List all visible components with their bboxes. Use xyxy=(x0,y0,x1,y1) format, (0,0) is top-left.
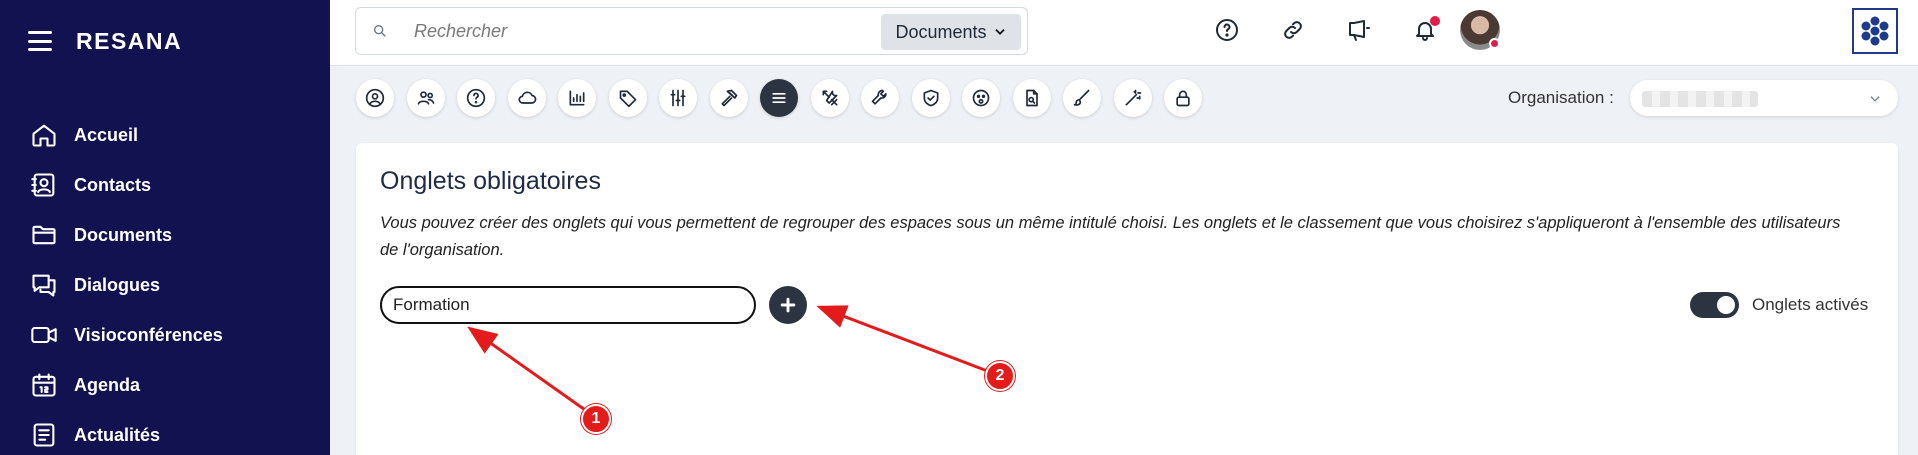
avatar-status-badge xyxy=(1489,38,1500,49)
toolbar-wrench-button[interactable] xyxy=(861,79,899,117)
announcements-button[interactable] xyxy=(1326,18,1392,42)
sidebar-item-label: Dialogues xyxy=(74,274,161,295)
brush-icon xyxy=(1073,89,1090,106)
tabs-enabled-toggle[interactable] xyxy=(1690,292,1739,318)
contacts-icon xyxy=(31,173,55,197)
sidebar-item-dialogues[interactable]: Dialogues xyxy=(0,260,330,310)
folder-icon xyxy=(32,225,56,245)
face-icon xyxy=(972,89,990,107)
toolbar-tabs-button[interactable] xyxy=(760,79,798,117)
cloud-icon xyxy=(517,91,536,104)
toolbar-help-button[interactable] xyxy=(457,79,495,117)
tab-name-input[interactable] xyxy=(380,286,756,324)
toolbar-theme-button[interactable] xyxy=(1063,79,1101,117)
annotation-badge-2: 2 xyxy=(985,361,1015,391)
organisation-redacted-value xyxy=(1642,91,1758,107)
user-icon xyxy=(365,88,385,108)
sidebar-item-accueil[interactable]: Accueil xyxy=(0,110,330,160)
organisation-select[interactable] xyxy=(1630,80,1898,116)
search-icon[interactable] xyxy=(362,23,398,39)
file-search-icon xyxy=(1025,89,1038,107)
help-icon xyxy=(1216,19,1238,41)
sidebar-item-agenda[interactable]: Agenda xyxy=(0,360,330,410)
search-scope-label: Documents xyxy=(895,21,987,42)
news-icon xyxy=(33,423,55,447)
organisation-logo[interactable] xyxy=(1852,8,1898,54)
toolbar-lock-button[interactable] xyxy=(1164,79,1202,117)
admin-toolbar xyxy=(356,79,1215,117)
search-scope-dropdown[interactable]: Documents xyxy=(881,14,1021,50)
toolbar-users-button[interactable] xyxy=(406,79,445,117)
tag-icon xyxy=(619,90,636,108)
help-icon xyxy=(466,88,486,108)
tabs-enabled-label: Onglets activés xyxy=(1752,295,1869,314)
chevron-down-icon xyxy=(994,29,1005,35)
home-icon xyxy=(32,124,56,147)
magic-wand-icon xyxy=(1125,89,1141,106)
sidebar-nav: Accueil Contacts Documents Dialogues Vis… xyxy=(0,110,330,455)
sidebar-item-actualites[interactable]: Actualités xyxy=(0,410,330,455)
toolbar-mood-button[interactable] xyxy=(962,79,1000,117)
hammer-icon xyxy=(721,89,737,107)
toolbar-settings-button[interactable] xyxy=(659,79,697,117)
organisation-label: Organisation : xyxy=(1508,88,1614,107)
sidebar-item-label: Accueil xyxy=(74,124,139,145)
link-button[interactable] xyxy=(1260,18,1326,42)
annotation-badge-1: 1 xyxy=(581,404,611,434)
sliders-icon xyxy=(670,89,686,107)
toolbar-file-search-button[interactable] xyxy=(1012,79,1051,117)
sidebar-item-label: Agenda xyxy=(74,374,141,395)
toolbar-magic-button[interactable] xyxy=(1113,79,1152,117)
notifications-button[interactable] xyxy=(1392,16,1458,42)
notification-badge xyxy=(1430,16,1440,26)
card-title: Onglets obligatoires xyxy=(380,167,601,195)
toolbar-cloud-button[interactable] xyxy=(507,79,546,117)
shield-check-icon xyxy=(923,89,938,107)
brand-logo[interactable]: RESANA xyxy=(76,28,182,55)
sidebar-item-label: Contacts xyxy=(74,174,152,195)
top-icons xyxy=(1194,0,1458,60)
chat-icon xyxy=(32,274,56,297)
tools-icon xyxy=(822,90,837,106)
sidebar-item-label: Actualités xyxy=(74,424,161,445)
users-icon xyxy=(417,91,434,105)
sidebar-item-contacts[interactable]: Contacts xyxy=(0,160,330,210)
help-button[interactable] xyxy=(1194,18,1260,42)
search-input[interactable] xyxy=(414,20,854,42)
sidebar-header: RESANA xyxy=(28,26,182,56)
lock-icon xyxy=(1176,90,1190,107)
toolbar-profile-button[interactable] xyxy=(356,79,394,117)
chevron-down-icon xyxy=(1870,96,1880,102)
video-icon xyxy=(31,326,57,344)
toolbar-tools-button[interactable] xyxy=(709,79,748,117)
sidebar-item-label: Documents xyxy=(74,224,173,245)
sidebar-item-documents[interactable]: Documents xyxy=(0,210,330,260)
sidebar-item-label: Visioconférences xyxy=(74,324,223,345)
toolbar-security-button[interactable] xyxy=(911,79,950,117)
sidebar: RESANA Accueil Contacts Documents Dialog… xyxy=(0,0,330,455)
wrench-icon xyxy=(871,89,887,105)
chart-icon xyxy=(569,90,585,106)
toolbar-tags-button[interactable] xyxy=(608,79,647,117)
calendar-icon xyxy=(32,373,56,397)
link-icon xyxy=(1284,21,1302,39)
menu-icon[interactable] xyxy=(28,31,52,51)
toggle-knob xyxy=(1717,296,1735,314)
add-tab-button[interactable] xyxy=(769,286,807,324)
toolbar-stats-button[interactable] xyxy=(558,79,596,117)
toolbar-maintenance-button[interactable] xyxy=(810,79,849,117)
list-icon xyxy=(772,93,786,103)
sidebar-item-visioconferences[interactable]: Visioconférences xyxy=(0,310,330,360)
card-description: Vous pouvez créer des onglets qui vous p… xyxy=(380,214,1841,259)
top-bar: Documents xyxy=(330,0,1918,66)
flower-logo-icon xyxy=(1861,16,1889,46)
search-bar: Documents xyxy=(355,7,1028,55)
plus-icon xyxy=(780,297,796,313)
megaphone-icon xyxy=(1349,20,1370,41)
